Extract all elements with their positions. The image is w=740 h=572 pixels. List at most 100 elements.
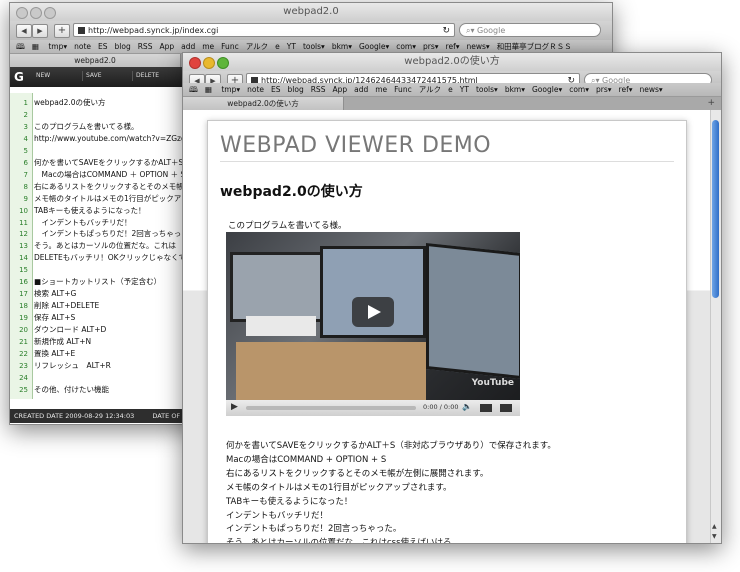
bookmark-item[interactable]: YT <box>460 85 469 94</box>
bookmark-item[interactable]: me <box>202 42 214 51</box>
editor-line[interactable]: 22 置換 ALT+E <box>10 348 192 360</box>
bookmark-item[interactable]: Google▾ <box>532 85 562 94</box>
line-number: 19 <box>19 314 28 323</box>
bookmark-item[interactable]: prs▾ <box>423 42 439 51</box>
bookmark-item[interactable]: me <box>375 85 387 94</box>
bookmark-item[interactable]: Google▾ <box>359 42 389 51</box>
video-play-button[interactable]: ▶ <box>231 402 238 412</box>
bookmark-item[interactable]: add <box>181 42 195 51</box>
editor-line[interactable]: 21 新規作成 ALT+N <box>10 336 192 348</box>
editor-line[interactable]: 2 <box>10 109 192 121</box>
bookmark-item[interactable]: note <box>247 85 264 94</box>
editor-line[interactable]: 7 Macの場合はCOMMAND ＋ OPTION ＋ S <box>10 169 192 181</box>
back-search-field[interactable]: ⌕▾ Google <box>459 23 601 37</box>
scroll-up-arrow-icon[interactable]: ▲ <box>712 523 717 530</box>
bookmark-item[interactable]: note <box>74 42 91 51</box>
editor-line[interactable]: 14 DELETEもバッチリ！OKクリックじゃなくて <box>10 252 192 264</box>
tab-webpad-usage[interactable]: webpad2.0の使い方 <box>183 97 344 110</box>
editor-line[interactable]: 18 削除 ALT+DELETE <box>10 300 192 312</box>
editor-line[interactable]: 16 ■ショートカットリスト（予定含む） <box>10 276 192 288</box>
bookmark-item[interactable]: YT <box>287 42 296 51</box>
editor-line[interactable]: 6 何かを書いてSAVEをクリックするかALT＋S <box>10 157 192 169</box>
zoom-window-icon[interactable] <box>44 7 56 19</box>
bookmark-item[interactable]: RSS <box>311 85 326 94</box>
zoom-window-icon[interactable] <box>217 57 229 69</box>
bookmark-item[interactable]: bkm▾ <box>332 42 352 51</box>
top-sites-grid-icon[interactable]: ▦ <box>205 85 212 94</box>
editor-line[interactable]: 17 検索 ALT+G <box>10 288 192 300</box>
close-window-icon[interactable] <box>16 7 28 19</box>
bookmark-item[interactable]: tools▾ <box>476 85 498 94</box>
bookmark-item[interactable]: com▾ <box>396 42 416 51</box>
bookmark-item[interactable]: e <box>448 85 453 94</box>
bookmark-item[interactable]: アルク <box>419 85 441 94</box>
bookmark-item[interactable]: App <box>159 42 174 51</box>
bookmark-item[interactable]: add <box>354 85 368 94</box>
bookmark-item[interactable]: tmp▾ <box>221 85 240 94</box>
bookmark-item[interactable]: 和田華亭ブログＲＳＳ <box>497 42 572 51</box>
bookmark-item[interactable]: RSS <box>138 42 153 51</box>
editor-line[interactable]: 8 右にあるリストをクリックするとそのメモ帳 <box>10 181 192 193</box>
line-number: 23 <box>19 361 28 370</box>
save-button[interactable]: SAVE <box>82 71 133 81</box>
bookmark-item[interactable]: blog <box>288 85 304 94</box>
volume-icon[interactable]: 🔈 <box>462 402 472 411</box>
bookmark-item[interactable]: Func <box>221 42 239 51</box>
editor-line[interactable]: 12 インデントもぱっちりだ！2回言っちゃっ <box>10 228 192 240</box>
editor-line[interactable]: 3 このプログラムを書いてる様。 <box>10 121 192 133</box>
scrollbar-thumb[interactable] <box>712 120 719 298</box>
youtube-video-player[interactable]: YouTube ▶ 0:00 / 0:00 🔈 <box>226 232 520 416</box>
reload-icon[interactable]: ↻ <box>442 24 450 36</box>
editor-line[interactable]: 23 リフレッシュ ALT+R <box>10 360 192 372</box>
new-button[interactable]: NEW <box>32 71 83 81</box>
fullscreen-icon[interactable] <box>500 404 512 412</box>
editor-line[interactable]: 24 <box>10 372 192 384</box>
bookmark-item[interactable]: Func <box>394 85 412 94</box>
editor-line[interactable]: 13 そう。あとはカーソルの位置だな。これは <box>10 240 192 252</box>
editor-line[interactable]: 10 TABキーも使えるようになった！ <box>10 205 192 217</box>
bookmark-item[interactable]: news▾ <box>640 85 663 94</box>
bookmark-item[interactable]: ES <box>98 42 108 51</box>
bookmark-item[interactable]: news▾ <box>467 42 490 51</box>
bookmark-item[interactable]: tmp▾ <box>48 42 67 51</box>
new-tab-plus-icon[interactable]: + <box>707 97 715 110</box>
delete-button[interactable]: DELETE <box>132 71 183 81</box>
top-sites-grid-icon[interactable]: ▦ <box>32 42 39 51</box>
editor-line[interactable]: 1 webpad2.0の使い方 <box>10 97 192 109</box>
bookmark-item[interactable]: prs▾ <box>596 85 612 94</box>
minimize-window-icon[interactable] <box>203 57 215 69</box>
editor-line[interactable]: 5 <box>10 145 192 157</box>
bookmark-item[interactable]: e <box>275 42 280 51</box>
forward-button[interactable]: ▶ <box>32 24 48 38</box>
bookmark-item[interactable]: アルク <box>246 42 268 51</box>
video-play-icon[interactable] <box>352 297 394 327</box>
video-progress-bar[interactable] <box>246 406 416 410</box>
editor-line[interactable]: 15 <box>10 264 192 276</box>
editor-text-area[interactable]: 1 webpad2.0の使い方 2 3 このプログラムを書いてる様。 4 http://ww… <box>10 97 192 397</box>
bookmark-item[interactable]: App <box>332 85 347 94</box>
bookmark-item[interactable]: blog <box>115 42 131 51</box>
back-address-bar[interactable]: http://webpad.synck.jp/index.cgi ↻ <box>73 23 455 37</box>
bookmarks-book-icon[interactable]: 🕮 <box>189 85 198 94</box>
bookmark-item[interactable]: com▾ <box>569 85 589 94</box>
editor-line[interactable]: 9 メモ帳のタイトルはメモの1行目がピックア <box>10 193 192 205</box>
minimize-window-icon[interactable] <box>30 7 42 19</box>
back-button[interactable]: ◀ <box>16 24 32 38</box>
screen-size-icon[interactable] <box>480 404 492 412</box>
bookmarks-book-icon[interactable]: 🕮 <box>16 42 25 51</box>
bookmark-item[interactable]: ref▾ <box>619 85 633 94</box>
editor-line[interactable]: 25 その他、付けたい機能 <box>10 384 192 396</box>
bookmark-item[interactable]: ref▾ <box>446 42 460 51</box>
bookmark-item[interactable]: bkm▾ <box>505 85 525 94</box>
tab-webpad[interactable]: webpad2.0 <box>10 54 181 67</box>
add-bookmark-button[interactable]: + <box>54 24 70 38</box>
close-window-icon[interactable] <box>189 57 201 69</box>
bookmark-item[interactable]: ES <box>271 85 281 94</box>
editor-line[interactable]: 11 インデントもバッチリだ！ <box>10 217 192 229</box>
editor-line[interactable]: 4 http://www.youtube.com/watch?v=ZGzg <box>10 133 192 145</box>
vertical-scrollbar[interactable]: ▲ ▼ <box>710 110 721 543</box>
scroll-down-arrow-icon[interactable]: ▼ <box>712 533 717 540</box>
bookmark-item[interactable]: tools▾ <box>303 42 325 51</box>
editor-line[interactable]: 20 ダウンロード ALT+D <box>10 324 192 336</box>
editor-line[interactable]: 19 保存 ALT+S <box>10 312 192 324</box>
